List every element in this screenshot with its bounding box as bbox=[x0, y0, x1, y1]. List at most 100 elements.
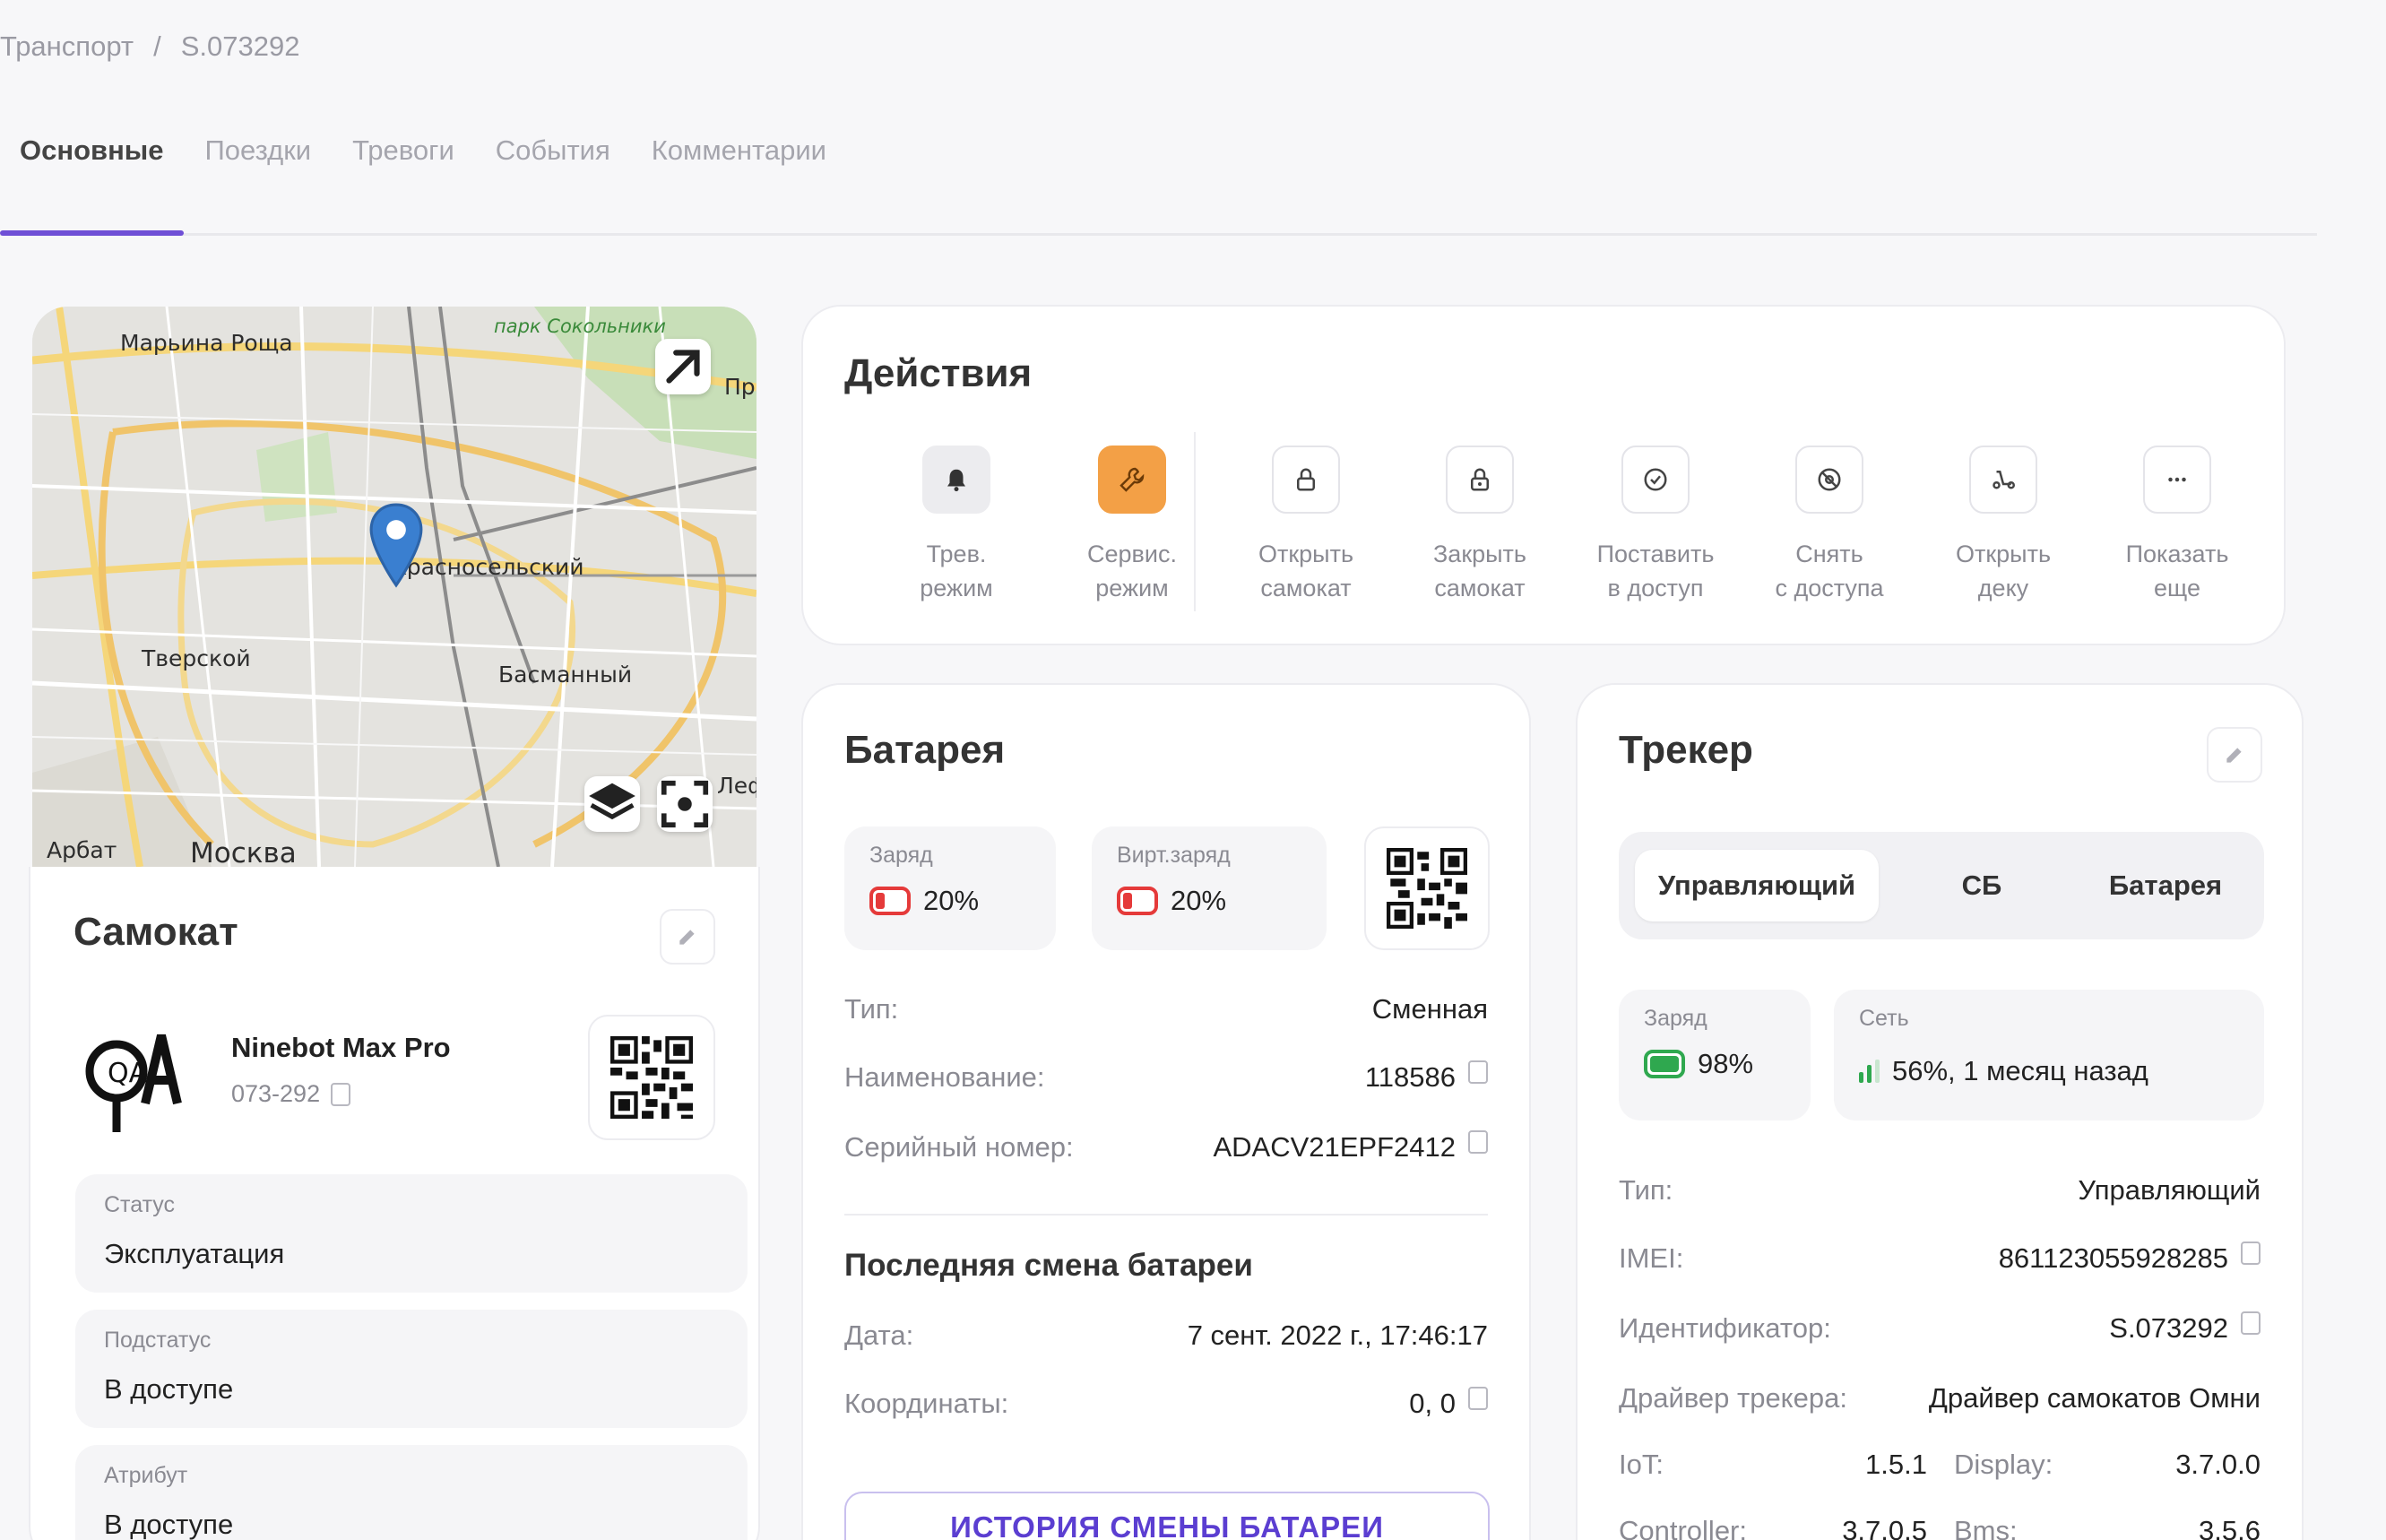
battery-low-icon bbox=[869, 887, 911, 915]
map-label-tverskoy: Тверской bbox=[142, 645, 251, 671]
tab-main[interactable]: Основные bbox=[20, 134, 164, 167]
copy-icon[interactable] bbox=[331, 1082, 351, 1106]
copy-icon[interactable] bbox=[1468, 1387, 1488, 1410]
battery-charge-value: 20% bbox=[923, 885, 980, 916]
scooter-number-row: 073-292 bbox=[231, 1080, 351, 1108]
tracker-network-value: 56%, 1 месяц назад bbox=[1892, 1055, 2148, 1086]
brand-logo: QA bbox=[82, 1017, 190, 1143]
map-layers-button[interactable] bbox=[584, 776, 640, 832]
tracker-title: Трекер bbox=[1619, 728, 1753, 772]
segment-battery[interactable]: Батарея bbox=[2085, 850, 2246, 921]
attribute-field: Атрибут В доступе bbox=[75, 1445, 748, 1540]
remove-availability-button[interactable]: Снять с доступа bbox=[1744, 446, 1915, 605]
copy-icon[interactable] bbox=[2241, 1311, 2261, 1335]
qa-logo-icon: QA bbox=[85, 1034, 182, 1132]
tracker-driver-label: Драйвер трекера: bbox=[1619, 1382, 1847, 1414]
make-available-button[interactable]: Поставить в доступ bbox=[1570, 446, 1741, 605]
breadcrumb-separator: / bbox=[153, 30, 161, 62]
service-mode-button[interactable]: Сервис. режим bbox=[1047, 446, 1217, 605]
qr-code-icon bbox=[1387, 848, 1467, 929]
scooter-edit-button[interactable] bbox=[660, 909, 715, 965]
tracker-id-value: S.073292 bbox=[2109, 1312, 2228, 1344]
tab-trips[interactable]: Поездки bbox=[205, 134, 312, 167]
copy-icon[interactable] bbox=[1468, 1060, 1488, 1084]
tracker-charge-label: Заряд bbox=[1644, 1006, 1707, 1031]
bell-icon bbox=[922, 446, 990, 514]
tracker-display-value: 3.7.0.0 bbox=[2175, 1449, 2261, 1480]
tab-events[interactable]: События bbox=[496, 134, 610, 167]
tab-divider bbox=[0, 233, 2317, 236]
tracker-iot-value: 1.5.1 bbox=[1865, 1449, 1927, 1480]
close-scooter-line1: Закрыть bbox=[1433, 541, 1526, 567]
show-more-line1: Показать bbox=[2125, 541, 2229, 567]
tracker-controller-row: Controller: 3.7.0.5 bbox=[1619, 1515, 1927, 1540]
map-label-moskva: Москва bbox=[190, 837, 297, 867]
eye-off-icon bbox=[1795, 446, 1863, 514]
scooter-qr-button[interactable] bbox=[588, 1015, 715, 1140]
tab-comments[interactable]: Комментарии bbox=[652, 134, 826, 167]
battery-name-label: Наименование: bbox=[844, 1061, 1045, 1093]
close-scooter-button[interactable]: Закрыть самокат bbox=[1395, 446, 1565, 605]
tracker-bms-row: Bms: 3.5.6 bbox=[1954, 1515, 2261, 1540]
close-scooter-line2: самокат bbox=[1434, 575, 1526, 601]
scooter-icon bbox=[1969, 446, 2037, 514]
scooter-card: Самокат QA Ninebot Max Pro 073-292 Стату… bbox=[29, 867, 760, 1540]
make-available-line1: Поставить bbox=[1596, 541, 1715, 567]
battery-coords-row: Координаты: 0, 0 bbox=[844, 1387, 1488, 1420]
alarm-mode-button[interactable]: Трев. режим bbox=[871, 446, 1042, 605]
segment-controller[interactable]: Управляющий bbox=[1635, 850, 1879, 921]
attribute-value: В доступе bbox=[104, 1509, 234, 1540]
tracker-type-row: Тип: Управляющий bbox=[1619, 1174, 2261, 1207]
map-view[interactable]: Марьина Роща парк Сокольники Пр Красносе… bbox=[32, 307, 756, 867]
logo-text: QA bbox=[108, 1058, 148, 1089]
alarm-mode-line2: режим bbox=[920, 575, 993, 601]
copy-icon[interactable] bbox=[2241, 1242, 2261, 1265]
attribute-label: Атрибут bbox=[104, 1463, 188, 1488]
last-change-title: Последняя смена батареи bbox=[844, 1248, 1253, 1283]
battery-qr-button[interactable] bbox=[1364, 826, 1490, 950]
status-label: Статус bbox=[104, 1192, 176, 1217]
open-scooter-button[interactable]: Открыть самокат bbox=[1221, 446, 1391, 605]
battery-serial-value: ADACV21EPF2412 bbox=[1213, 1131, 1456, 1163]
tracker-controller-label: Controller: bbox=[1619, 1515, 1747, 1540]
battery-type-row: Тип: Сменная bbox=[844, 993, 1488, 1025]
open-deck-button[interactable]: Открыть деку bbox=[1918, 446, 2088, 605]
open-deck-line2: деку bbox=[1977, 575, 2029, 601]
pencil-icon bbox=[679, 930, 695, 945]
battery-type-value: Сменная bbox=[1371, 993, 1488, 1025]
arrow-up-right-icon bbox=[666, 350, 700, 384]
tracker-charge-chip: Заряд 98% bbox=[1619, 990, 1811, 1120]
signal-icon bbox=[1859, 1060, 1880, 1083]
tracker-segment-control: Управляющий СБ Батарея bbox=[1619, 832, 2264, 939]
scooter-model: Ninebot Max Pro bbox=[231, 1032, 451, 1063]
remove-availability-line1: Снять bbox=[1795, 541, 1863, 567]
copy-icon[interactable] bbox=[1468, 1130, 1488, 1154]
battery-type-label: Тип: bbox=[844, 993, 899, 1025]
open-scooter-line1: Открыть bbox=[1258, 541, 1354, 567]
expand-map-button[interactable] bbox=[655, 339, 711, 394]
segment-sb[interactable]: СБ bbox=[1915, 850, 2049, 921]
location-pin-icon[interactable] bbox=[368, 502, 424, 588]
active-tab-indicator bbox=[0, 230, 184, 236]
breadcrumb-root-link[interactable]: Транспорт bbox=[0, 30, 134, 63]
substatus-value: В доступе bbox=[104, 1373, 234, 1405]
breadcrumb-current: S.073292 bbox=[180, 30, 300, 62]
open-deck-line1: Открыть bbox=[1955, 541, 2052, 567]
tracker-edit-button[interactable] bbox=[2207, 727, 2262, 783]
tracker-controller-value: 3.7.0.5 bbox=[1842, 1515, 1927, 1540]
map-label-basmanny: Басманный bbox=[498, 662, 633, 688]
tab-alarms[interactable]: Тревоги bbox=[352, 134, 454, 167]
tracker-display-row: Display: 3.7.0.0 bbox=[1954, 1449, 2261, 1481]
tab-bar: Основные Поездки Тревоги События Коммент… bbox=[20, 134, 826, 167]
tracker-bms-label: Bms: bbox=[1954, 1515, 2018, 1540]
battery-virtual-charge-value: 20% bbox=[1171, 885, 1227, 916]
map-center-button[interactable] bbox=[657, 776, 713, 832]
battery-history-button[interactable]: ИСТОРИЯ СМЕНЫ БАТАРЕИ bbox=[844, 1492, 1490, 1540]
show-more-button[interactable]: Показать еще bbox=[2092, 446, 2262, 605]
battery-charge-label: Заряд bbox=[869, 843, 933, 868]
battery-date-label: Дата: bbox=[844, 1319, 914, 1351]
focus-icon bbox=[661, 780, 709, 828]
battery-charge-chip: Заряд 20% bbox=[844, 826, 1056, 950]
tracker-type-label: Тип: bbox=[1619, 1174, 1673, 1206]
breadcrumb: Транспорт / S.073292 bbox=[0, 30, 299, 63]
